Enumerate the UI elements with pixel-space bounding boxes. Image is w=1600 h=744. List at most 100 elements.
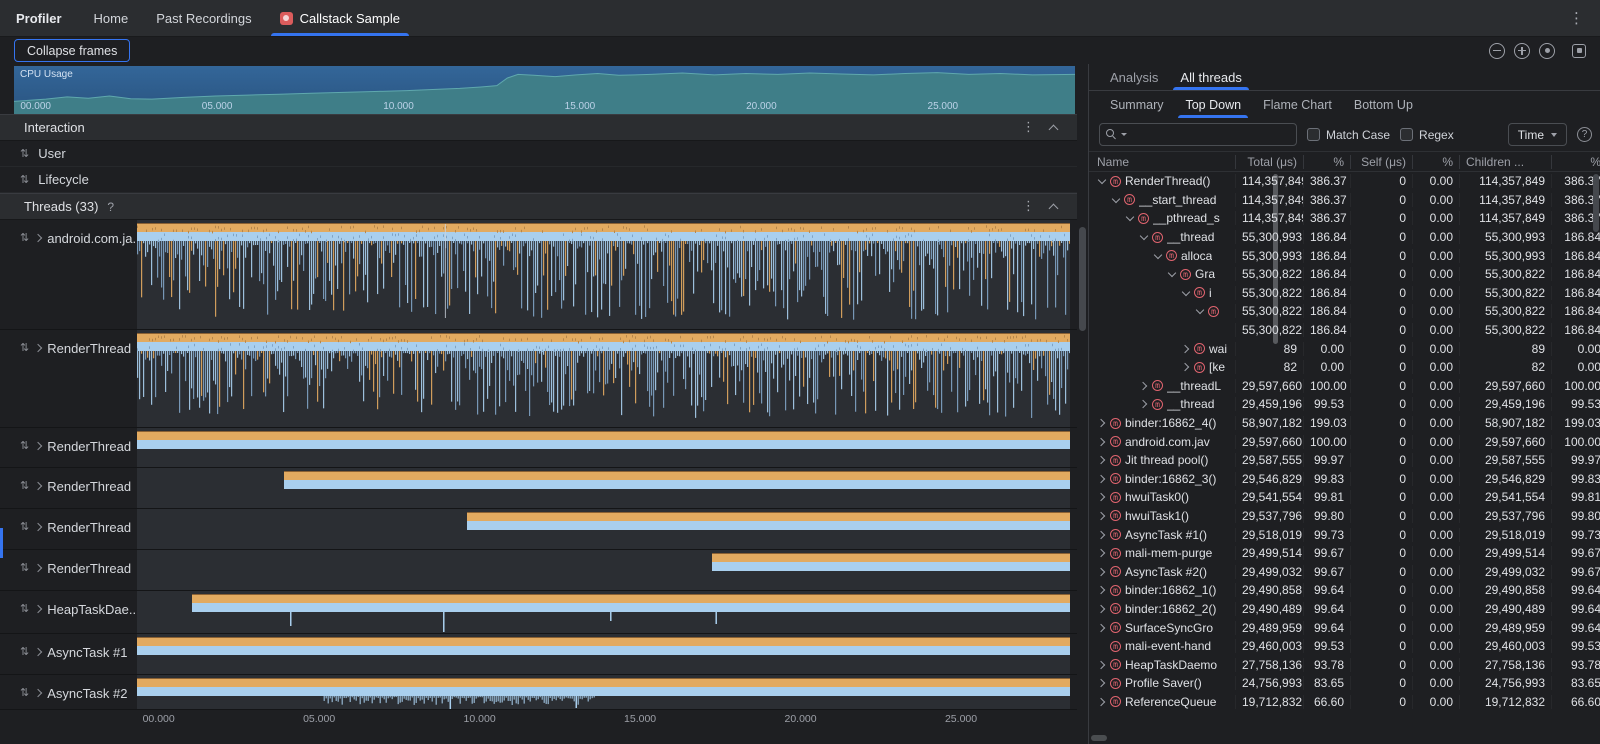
thread-track[interactable]	[137, 509, 1070, 549]
tree-row[interactable]: mwai890.0000.00890.00	[1089, 339, 1600, 358]
checkbox-box[interactable]	[1307, 128, 1320, 141]
threads-menu-icon[interactable]: ⋮	[1013, 199, 1044, 214]
column-header-col[interactable]: %	[1303, 155, 1350, 169]
tree-row[interactable]: mbinder:16862_2()29,490,48999.6400.0029,…	[1089, 600, 1600, 619]
interaction-collapse-icon[interactable]	[1049, 124, 1059, 134]
thread-row[interactable]: ⇅RenderThread	[0, 468, 1077, 509]
thread-track[interactable]	[137, 675, 1070, 709]
chevron-right-icon[interactable]	[1181, 344, 1192, 354]
thread-label[interactable]: ⇅AsyncTask #2	[0, 675, 137, 709]
column-header-total-s[interactable]: Total (μs)	[1235, 155, 1303, 169]
tree-row[interactable]: mbinder:16862_1()29,490,85899.6400.0029,…	[1089, 581, 1600, 600]
chevron-down-icon[interactable]	[1167, 269, 1178, 279]
subtab-summary[interactable]: Summary	[1099, 91, 1174, 118]
nav-tab-past-recordings[interactable]: Past Recordings	[142, 0, 265, 36]
kebab-menu-icon[interactable]: ⋮	[1553, 0, 1600, 36]
thread-row[interactable]: ⇅RenderThread	[0, 550, 1077, 591]
chevron-right-icon[interactable]	[1097, 418, 1108, 428]
chevron-right-icon[interactable]	[1097, 697, 1108, 707]
tree-row[interactable]: m__start_thread114,357,849386.3700.00114…	[1089, 191, 1600, 210]
tree-row[interactable]: m__thread29,459,19699.5300.0029,459,1969…	[1089, 395, 1600, 414]
tree-row[interactable]: m__pthread_s114,357,849386.3700.00114,35…	[1089, 209, 1600, 228]
tree-row[interactable]: mAsyncTask #2()29,499,03299.6700.0029,49…	[1089, 562, 1600, 581]
thread-label[interactable]: ⇅HeapTaskDae...	[0, 591, 137, 633]
thread-label[interactable]: ⇅AsyncTask #1	[0, 634, 137, 674]
chevron-down-icon[interactable]	[1125, 213, 1136, 223]
zoom-in-icon[interactable]	[1514, 43, 1530, 59]
tree-row[interactable]: m[ke820.0000.00820.00	[1089, 358, 1600, 377]
subtab-flame-chart[interactable]: Flame Chart	[1252, 91, 1343, 118]
chevron-right-icon[interactable]	[1097, 604, 1108, 614]
interaction-menu-icon[interactable]: ⋮	[1013, 120, 1044, 135]
chevron-right-icon[interactable]	[1097, 437, 1108, 447]
thread-row[interactable]: ⇅RenderThread	[0, 509, 1077, 550]
thread-label[interactable]: ⇅RenderThread	[0, 550, 137, 590]
tree-row[interactable]: mmali-event-hand29,460,00399.5300.0029,4…	[1089, 637, 1600, 656]
chevron-right-icon[interactable]	[1097, 548, 1108, 558]
thread-track[interactable]	[137, 220, 1070, 329]
table-scrollbar[interactable]	[1593, 174, 1599, 232]
scrollbar-thumb[interactable]	[1079, 227, 1086, 331]
tree-row[interactable]: m55,300,822186.8400.0055,300,822186.84	[1089, 302, 1600, 321]
thread-row[interactable]: ⇅AsyncTask #2	[0, 675, 1077, 710]
chevron-down-icon[interactable]	[1195, 306, 1206, 316]
chevron-right-icon[interactable]	[1139, 381, 1150, 391]
search-history-caret-icon[interactable]	[1121, 133, 1127, 136]
chevron-right-icon[interactable]	[1097, 585, 1108, 595]
chevron-down-icon[interactable]	[1139, 232, 1150, 242]
subtab-bottom-up[interactable]: Bottom Up	[1343, 91, 1424, 118]
interaction-header[interactable]: Interaction ⋮	[0, 114, 1077, 141]
thread-label[interactable]: ⇅android.com.ja...	[0, 220, 137, 329]
tree-row[interactable]: mHeapTaskDaemo27,758,13693.7800.0027,758…	[1089, 655, 1600, 674]
thread-track[interactable]	[137, 634, 1070, 674]
checkbox-box[interactable]	[1400, 128, 1413, 141]
search-input[interactable]	[1131, 127, 1290, 143]
regex-checkbox[interactable]: Regex	[1400, 128, 1454, 142]
tree-row[interactable]: mhwuiTask0()29,541,55499.8100.0029,541,5…	[1089, 488, 1600, 507]
clock-type-dropdown[interactable]: Time	[1508, 123, 1567, 146]
tree-row[interactable]: mbinder:16862_4()58,907,182199.0300.0058…	[1089, 414, 1600, 433]
chevron-right-icon[interactable]	[1097, 567, 1108, 577]
column-header-col[interactable]: %	[1412, 155, 1459, 169]
thread-track[interactable]	[137, 591, 1070, 633]
tree-row[interactable]: mandroid.com.jav29,597,660100.0000.0029,…	[1089, 432, 1600, 451]
thread-row[interactable]: ⇅android.com.ja...	[0, 220, 1077, 330]
tree-row[interactable]: mProfile Saver()24,756,99383.6500.0024,7…	[1089, 674, 1600, 693]
threads-collapse-icon[interactable]	[1049, 203, 1059, 213]
tree-row[interactable]: mi55,300,822186.8400.0055,300,822186.84	[1089, 284, 1600, 303]
thread-track[interactable]	[137, 468, 1070, 508]
chevron-down-icon[interactable]	[1097, 176, 1108, 186]
tree-row[interactable]: mAsyncTask #1()29,518,01999.7300.0029,51…	[1089, 525, 1600, 544]
thread-row[interactable]: ⇅AsyncTask #1	[0, 634, 1077, 675]
thread-row[interactable]: ⇅RenderThread	[0, 330, 1077, 428]
collapse-frames-button[interactable]: Collapse frames	[14, 39, 130, 62]
tab-all-threads[interactable]: All threads	[1169, 64, 1252, 90]
column-header-col[interactable]: %	[1551, 155, 1600, 169]
tree-row[interactable]: mGra55,300,822186.8400.0055,300,822186.8…	[1089, 265, 1600, 284]
tree-row[interactable]: mmali-mem-purge29,499,51499.6700.0029,49…	[1089, 544, 1600, 563]
interaction-row-user[interactable]: ⇅User	[0, 141, 1077, 167]
chevron-right-icon[interactable]	[1097, 660, 1108, 670]
horizontal-scrollbar[interactable]	[1089, 732, 1600, 744]
nav-tab-home[interactable]: Home	[80, 0, 143, 36]
thread-track[interactable]	[137, 428, 1070, 467]
chevron-right-icon[interactable]	[1097, 530, 1108, 540]
threads-help-icon[interactable]: ?	[107, 200, 114, 214]
column-header-children[interactable]: Children ...	[1459, 155, 1551, 169]
scrollbar-thumb[interactable]	[1091, 735, 1107, 741]
tab-analysis[interactable]: Analysis	[1099, 64, 1169, 90]
threads-scrollbar[interactable]	[1077, 64, 1088, 744]
chevron-right-icon[interactable]	[1097, 474, 1108, 484]
threads-header[interactable]: Threads (33) ? ⋮	[0, 193, 1077, 220]
interaction-row-lifecycle[interactable]: ⇅Lifecycle	[0, 167, 1077, 193]
cpu-usage-chart[interactable]: CPU Usage 00.00005.00010.00015.00020.000…	[14, 66, 1075, 114]
thread-label[interactable]: ⇅RenderThread	[0, 468, 137, 508]
chevron-right-icon[interactable]	[1097, 678, 1108, 688]
thread-label[interactable]: ⇅RenderThread	[0, 428, 137, 467]
tree-row[interactable]: mSurfaceSyncGro29,489,95999.6400.0029,48…	[1089, 618, 1600, 637]
column-header-name[interactable]: Name	[1089, 155, 1235, 169]
tree-row[interactable]: m__threadL29,597,660100.0000.0029,597,66…	[1089, 377, 1600, 396]
column-header-self-s[interactable]: Self (μs)	[1350, 155, 1412, 169]
help-icon[interactable]: ?	[1577, 127, 1592, 142]
tree-row[interactable]: 55,300,822186.8400.0055,300,822186.84	[1089, 321, 1600, 340]
